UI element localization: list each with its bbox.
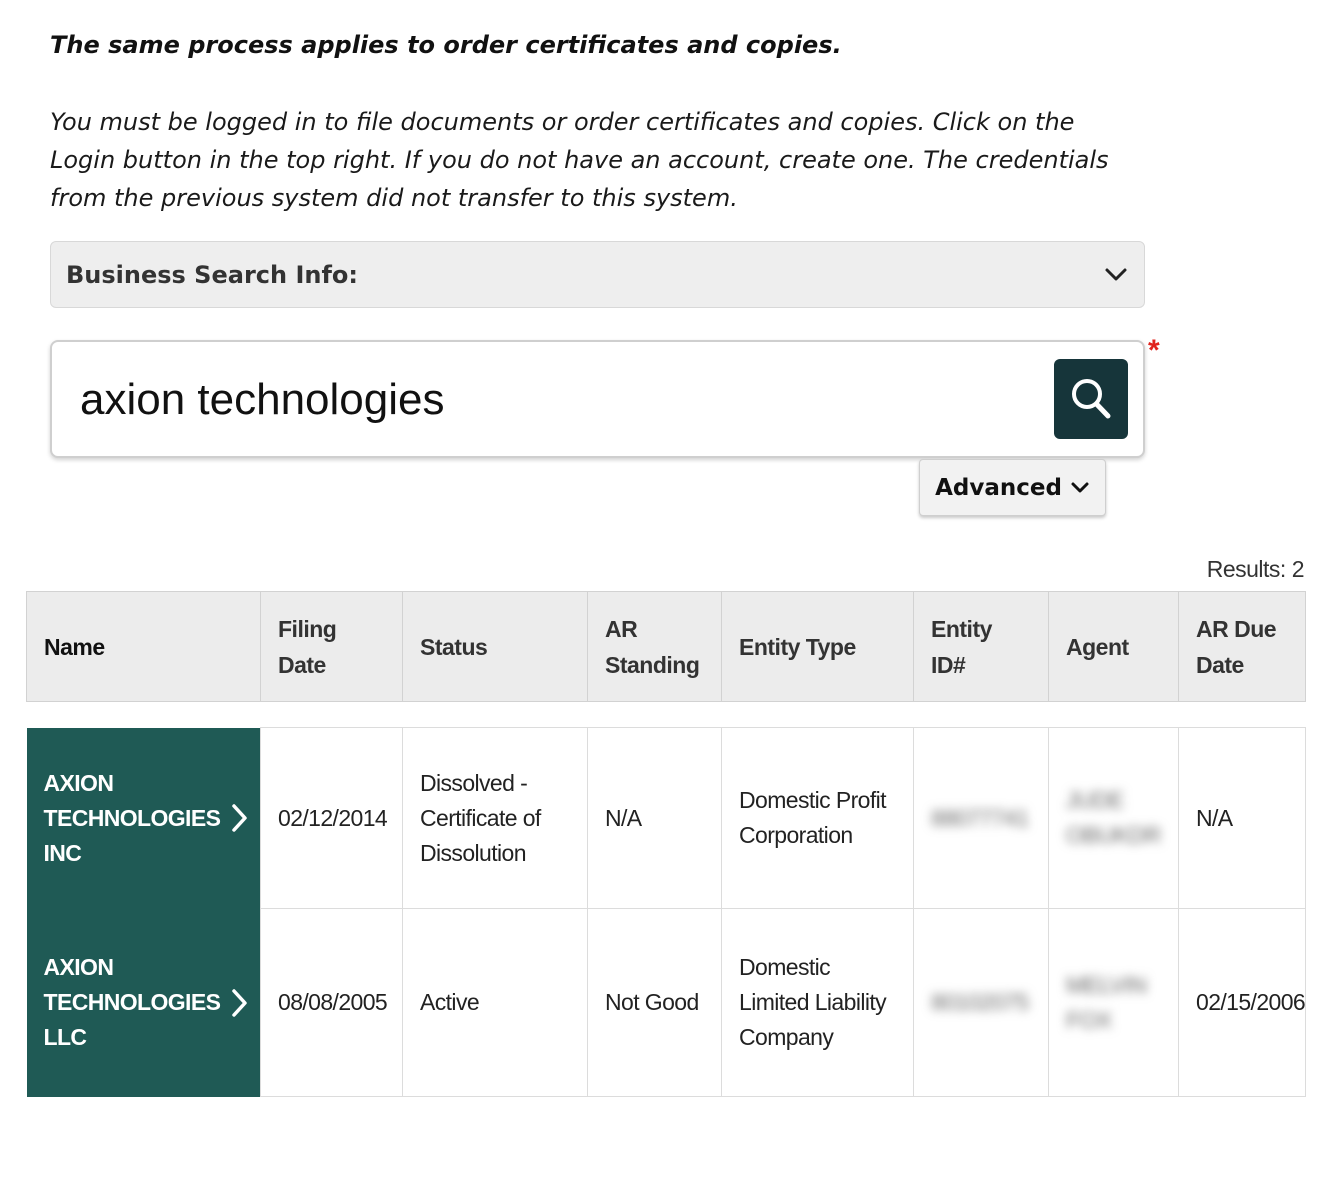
filing-date-cell: 08/08/2005: [260, 908, 403, 1097]
entity-id-cell: 80102075: [913, 908, 1049, 1097]
column-header-status[interactable]: Status: [402, 591, 588, 702]
ar-due-date-cell: 02/15/2006: [1178, 908, 1306, 1097]
table-spacer: [26, 701, 1306, 728]
table-header-row: Name Filing Date Status AR Standing Enti…: [26, 591, 1306, 702]
required-mark: *: [1148, 334, 1160, 367]
search-input[interactable]: [80, 362, 1040, 438]
filing-date-cell: 02/12/2014: [260, 727, 403, 909]
status-cell: Active: [402, 908, 588, 1097]
results-count: Results: 2: [1206, 556, 1305, 582]
entity-id-value: 80102075: [931, 989, 1029, 1015]
entity-name-link[interactable]: AXION TECHNOLOGIES INC: [26, 727, 261, 909]
business-search-info-accordion[interactable]: Business Search Info:: [50, 241, 1145, 308]
agent-cell: MELVIN FOX: [1048, 908, 1179, 1097]
ar-standing-cell: N/A: [587, 727, 722, 909]
entity-id-cell: 88077741: [913, 727, 1049, 909]
chevron-right-icon: [230, 988, 248, 1018]
search-box: [50, 340, 1145, 458]
search-button[interactable]: [1054, 359, 1128, 439]
notice-title: The same process applies to order certif…: [50, 31, 842, 59]
advanced-button[interactable]: Advanced: [919, 459, 1106, 516]
ar-due-date-cell: N/A: [1178, 727, 1306, 909]
column-header-entity-type[interactable]: Entity Type: [721, 591, 914, 702]
column-header-filing-date[interactable]: Filing Date: [260, 591, 403, 702]
ar-standing-cell: Not Good: [587, 908, 722, 1097]
results-table: Name Filing Date Status AR Standing Enti…: [26, 591, 1306, 1097]
entity-id-value: 88077741: [931, 804, 1029, 831]
status-cell: Dissolved - Certificate of Dissolution: [402, 727, 588, 909]
entity-name: AXION TECHNOLOGIES INC: [43, 769, 221, 866]
accordion-label: Business Search Info:: [66, 260, 358, 289]
entity-type-cell: Domestic Limited Liability Company: [721, 908, 914, 1097]
agent-cell: JUDE OBUKDR: [1048, 727, 1179, 909]
column-header-entity-id[interactable]: Entity ID#: [913, 591, 1049, 702]
entity-name: AXION TECHNOLOGIES LLC: [43, 954, 221, 1050]
notice-body: You must be logged in to file documents …: [50, 108, 1109, 212]
entity-type-cell: Domestic Profit Corporation: [721, 727, 914, 909]
column-header-ar-standing[interactable]: AR Standing: [587, 591, 722, 702]
column-header-agent[interactable]: Agent: [1048, 591, 1179, 702]
entity-name-wrap: AXION TECHNOLOGIES INC: [44, 766, 249, 871]
agent-value: JUDE OBUKDR: [1066, 787, 1161, 848]
entity-name-wrap: AXION TECHNOLOGIES LLC: [44, 950, 249, 1055]
chevron-right-icon: [230, 803, 248, 833]
spacer-cell: [26, 701, 1306, 728]
search-icon: [1069, 376, 1113, 422]
advanced-label: Advanced: [935, 474, 1062, 501]
entity-name-link[interactable]: AXION TECHNOLOGIES LLC: [26, 908, 261, 1097]
column-header-ar-due-date[interactable]: AR Due Date: [1178, 591, 1306, 702]
table-row: AXION TECHNOLOGIES INC 02/12/2014 Dissol…: [26, 727, 1306, 909]
chevron-down-icon: [1070, 481, 1090, 495]
table-row: AXION TECHNOLOGIES LLC 08/08/2005 Active…: [26, 908, 1306, 1097]
chevron-down-icon: [1104, 267, 1128, 283]
column-header-name[interactable]: Name: [26, 591, 261, 702]
agent-value: MELVIN FOX: [1066, 971, 1147, 1033]
